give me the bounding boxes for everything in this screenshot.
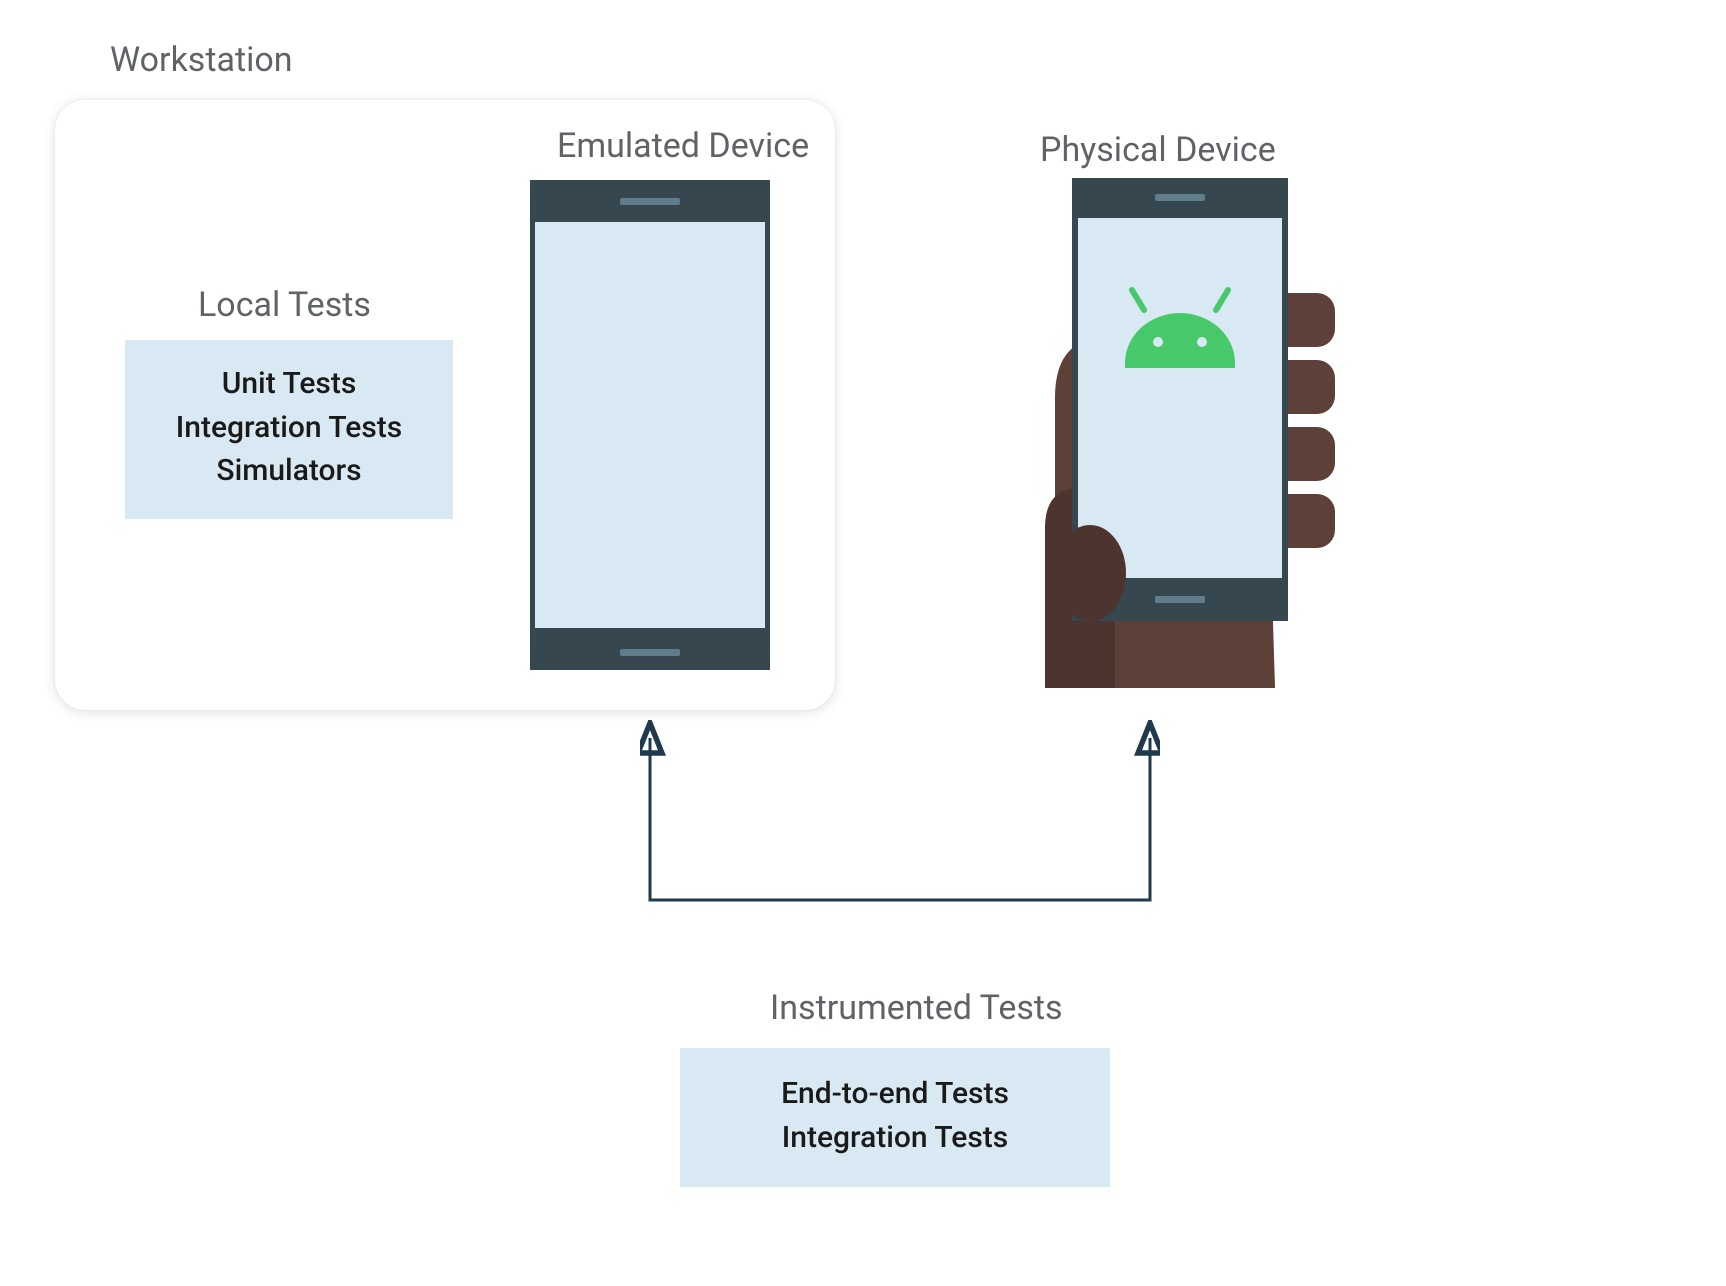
test-item: End-to-end Tests [700,1072,1090,1116]
phone-speaker-icon [620,198,680,205]
test-item: Integration Tests [145,406,433,450]
phone-bottom-bar [530,628,770,670]
workstation-label: Workstation [110,40,293,80]
emulated-device-label: Emulated Device [557,126,809,166]
test-item: Integration Tests [700,1116,1090,1160]
test-item: Simulators [145,449,433,493]
phone-frame [530,180,770,670]
connector-arrows [640,720,1160,940]
phone-top-bar [530,180,770,222]
local-tests-heading: Local Tests [198,285,371,325]
physical-phone-hand-icon [1015,178,1335,688]
instrumented-tests-box: End-to-end Tests Integration Tests [680,1048,1110,1187]
phone-home-icon [620,649,680,656]
local-tests-box: Unit Tests Integration Tests Simulators [125,340,453,519]
test-item: Unit Tests [145,362,433,406]
instrumented-tests-heading: Instrumented Tests [770,988,1063,1028]
physical-device-label: Physical Device [1040,130,1276,170]
emulated-phone-icon [530,180,770,670]
